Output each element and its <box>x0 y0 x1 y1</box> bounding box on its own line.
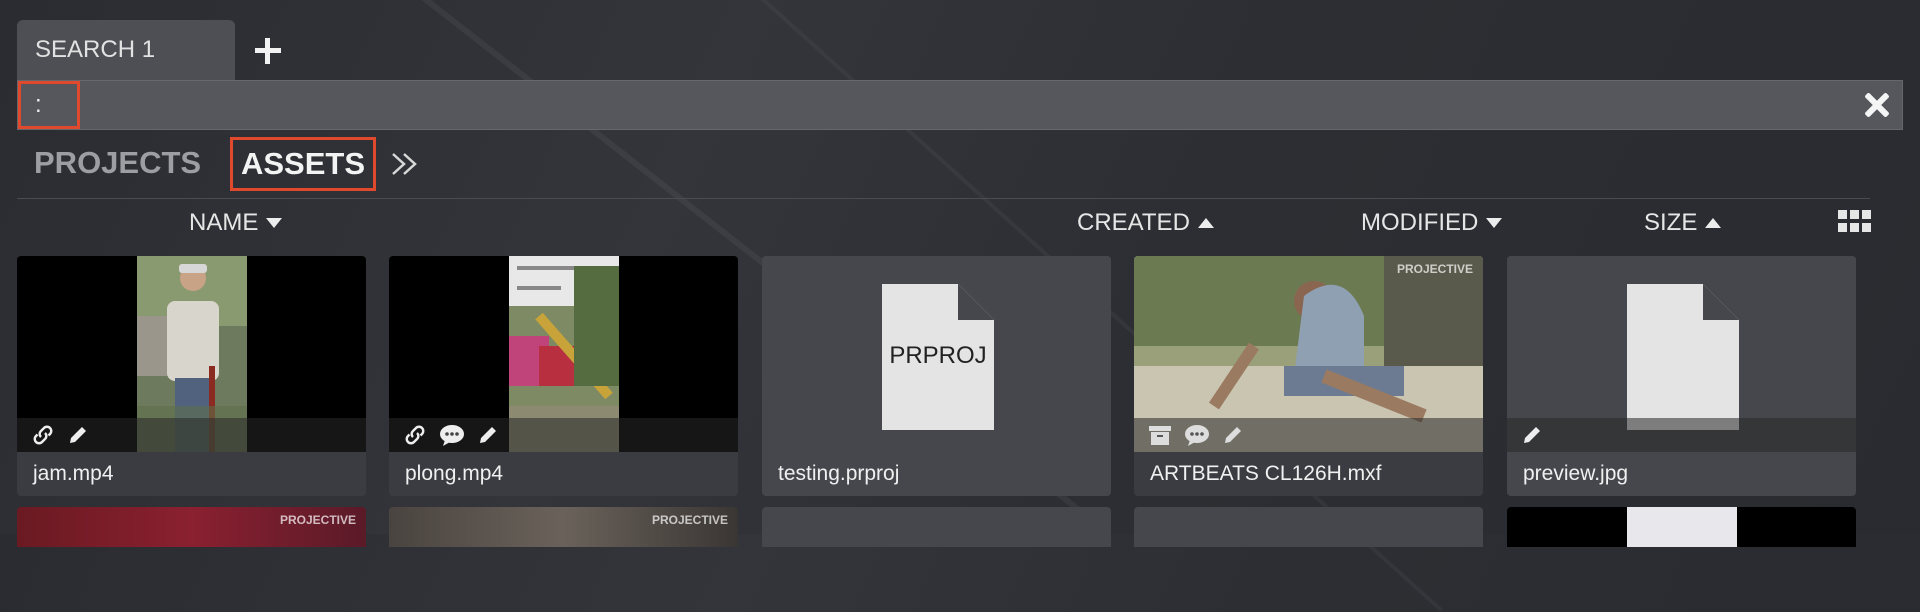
asset-filename: ARTBEATS CL126H.mxf <box>1150 462 1382 485</box>
tab-bar: SEARCH 1 <box>17 20 1903 81</box>
asset-thumbnail <box>1627 507 1737 547</box>
asset-toolbar <box>17 418 366 452</box>
nav-assets[interactable]: ASSETS <box>230 137 376 191</box>
asset-card[interactable]: PROJECTIVE <box>389 507 738 547</box>
asset-toolbar <box>389 418 738 452</box>
search-query[interactable]: : <box>18 81 80 129</box>
add-tab-icon[interactable] <box>249 32 285 68</box>
column-name-label: NAME <box>189 209 259 236</box>
sort-descending-icon <box>266 218 283 228</box>
sort-ascending-icon <box>1197 218 1214 228</box>
asset-card[interactable] <box>1507 507 1856 547</box>
asset-filename: plong.mp4 <box>405 462 504 485</box>
pencil-icon[interactable] <box>67 424 89 446</box>
asset-filename: preview.jpg <box>1523 462 1629 485</box>
watermark: PROJECTIVE <box>651 513 728 527</box>
asset-card[interactable]: PROJECTIVE ARTBEATS CL126H.mxf <box>1134 256 1483 496</box>
file-type-label: PRPROJ <box>889 342 987 369</box>
comment-icon[interactable] <box>439 423 465 447</box>
archive-icon[interactable] <box>1148 424 1172 446</box>
asset-toolbar <box>1507 418 1856 452</box>
sort-name[interactable]: NAME <box>189 205 283 241</box>
asset-card[interactable] <box>762 507 1111 547</box>
asset-card[interactable]: plong.mp4 <box>389 256 738 496</box>
asset-card[interactable]: PROJECTIVE <box>17 507 366 547</box>
comment-icon[interactable] <box>1184 423 1210 447</box>
tab-search-1[interactable]: SEARCH 1 <box>17 20 235 80</box>
sort-descending-icon <box>1486 218 1503 228</box>
asset-card[interactable] <box>1134 507 1483 547</box>
pencil-icon[interactable] <box>477 424 499 446</box>
sort-modified[interactable]: MODIFIED <box>1361 205 1503 241</box>
sort-size[interactable]: SIZE <box>1644 205 1722 241</box>
sort-ascending-icon <box>1705 218 1722 228</box>
column-headers: NAME CREATED MODIFIED SIZE <box>0 205 1920 241</box>
link-icon[interactable] <box>31 423 55 447</box>
asset-card[interactable]: jam.mp4 <box>17 256 366 496</box>
grid-view-icon[interactable] <box>1838 210 1871 232</box>
column-created-label: CREATED <box>1077 209 1190 236</box>
asset-card[interactable]: PRPROJ testing.prproj <box>762 256 1111 496</box>
nav-projects[interactable]: PROJECTS <box>34 140 201 186</box>
clear-search-icon[interactable] <box>1862 90 1892 120</box>
asset-thumbnail: PRPROJ <box>762 256 1111 452</box>
asset-toolbar <box>1134 418 1483 452</box>
asset-filename: testing.prproj <box>778 462 900 485</box>
column-size-label: SIZE <box>1644 209 1698 236</box>
column-modified-label: MODIFIED <box>1361 209 1479 236</box>
asset-card[interactable]: preview.jpg <box>1507 256 1856 496</box>
sort-created[interactable]: CREATED <box>1077 205 1214 241</box>
watermark: PROJECTIVE <box>1396 262 1473 276</box>
double-chevron-right-icon[interactable] <box>390 151 420 177</box>
pencil-icon[interactable] <box>1521 424 1543 446</box>
watermark: PROJECTIVE <box>279 513 356 527</box>
document-icon <box>1627 284 1739 430</box>
link-icon[interactable] <box>403 423 427 447</box>
divider <box>17 198 1870 199</box>
pencil-icon[interactable] <box>1222 424 1244 446</box>
asset-filename: jam.mp4 <box>33 462 114 485</box>
search-bar[interactable]: : <box>17 80 1903 130</box>
